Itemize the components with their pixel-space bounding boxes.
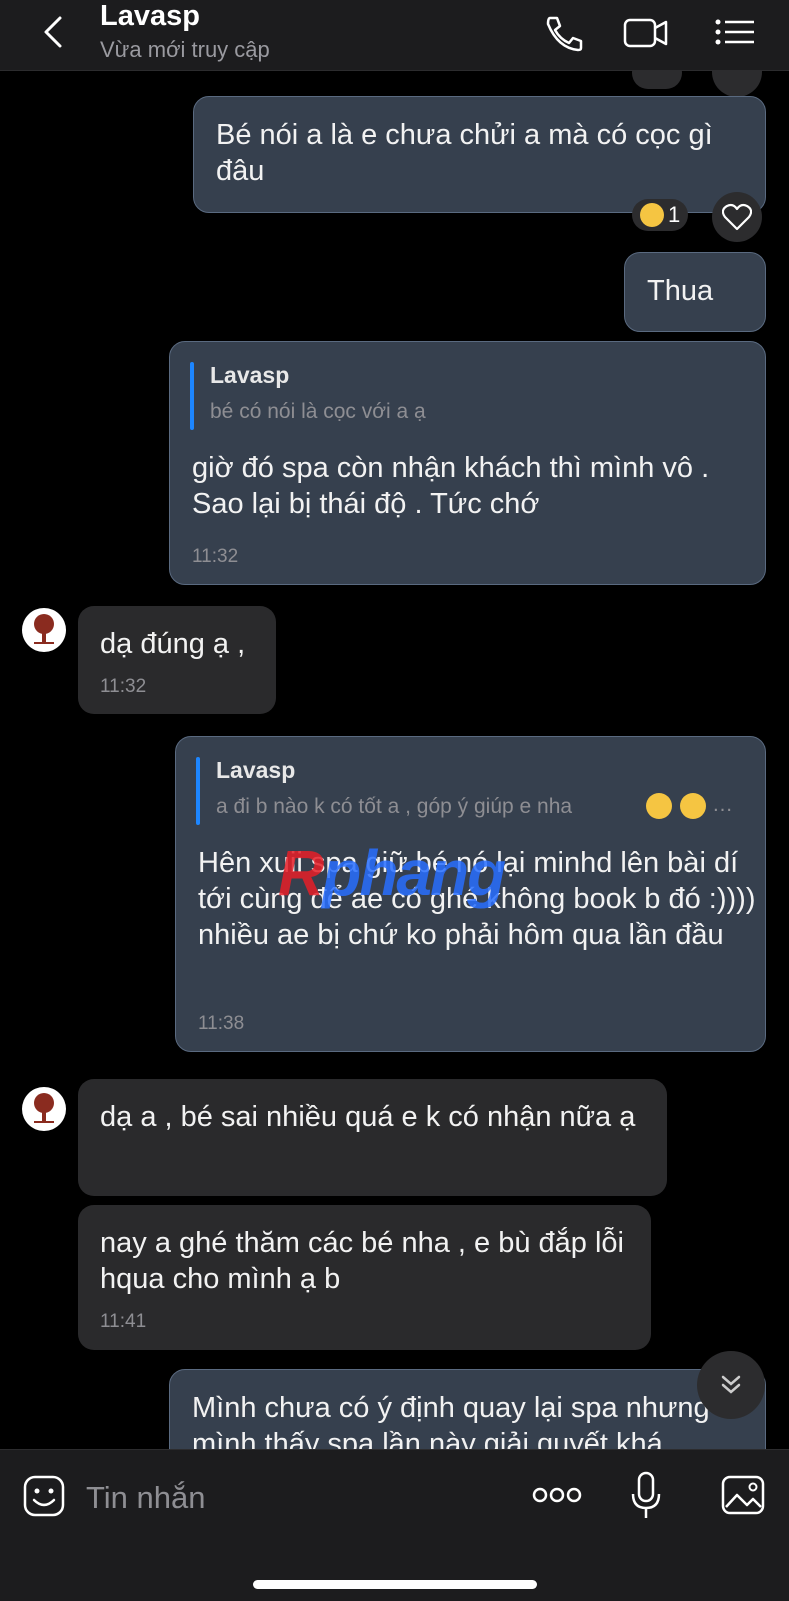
back-icon[interactable] [36,12,76,52]
message-bubble-incoming[interactable]: nay a ghé thăm các bé nha , e bù đắp lỗi… [78,1205,651,1350]
quote-author: Lavasp [216,757,296,783]
quote-bar [196,757,200,825]
reaction-count: 1 [668,202,681,227]
heart-icon [722,203,752,231]
menu-list-icon[interactable] [712,12,760,52]
message-text: Bé nói a là e chưa chửi a mà có cọc gì đ… [216,119,713,187]
reaction-chip[interactable]: 1 [632,199,689,231]
reaction-chip[interactable] [632,71,682,89]
message-text: dạ đúng ạ , [100,628,246,660]
message-input[interactable]: Tin nhắn [86,1480,206,1516]
quote-text: a đi b nào k có tốt a , góp ý giúp e nha [216,795,573,818]
contact-avatar[interactable] [22,608,66,652]
chat-header: Lavasp Vừa mới truy cập [0,0,789,71]
emoji-icon [646,793,672,819]
message-bubble-outgoing[interactable]: Thua [624,252,766,332]
message-time: 11:38 [198,1013,245,1034]
double-chevron-down-icon [721,1375,741,1394]
message-bubble-incoming[interactable]: dạ a , bé sai nhiều quá e k có nhận nữa … [78,1079,667,1196]
message-text: Mình chưa có ý định quay lại spa nhưng m… [192,1392,710,1449]
message-text: Thua [647,275,714,307]
message-text: nay a ghé thăm các bé nha , e bù đắp lỗi… [100,1227,624,1295]
ellipsis-icon: … [712,793,733,816]
sticker-icon[interactable] [22,1474,66,1518]
message-bubble-outgoing[interactable]: Mình chưa có ý định quay lại spa nhưng m… [169,1369,766,1449]
emoji-icon [680,793,706,819]
scroll-to-bottom-button[interactable] [697,1351,765,1419]
message-time: 11:41 [100,1311,147,1332]
contact-name[interactable]: Lavasp [100,0,200,32]
contact-avatar[interactable] [22,1087,66,1131]
heart-button[interactable] [712,192,762,242]
message-bubble-outgoing[interactable]: Bé nói a là e chưa chửi a mà có cọc gì đ… [193,96,766,213]
message-bubble-incoming[interactable]: dạ đúng ạ , 11:32 [78,606,276,714]
message-text: giờ đó spa còn nhận khách thì mình vô . … [192,452,710,520]
quote-author: Lavasp [210,362,290,388]
surprised-emoji-icon [640,203,664,227]
message-list[interactable]: Bé nói a là e chưa chửi a mà có cọc gì đ… [0,71,789,1449]
composer-bar: Tin nhắn [0,1449,789,1601]
contact-status: Vừa mới truy cập [100,37,270,62]
video-call-icon[interactable] [622,12,670,52]
heart-button[interactable] [712,71,762,97]
watermark-logo: Rphang [278,837,506,909]
tree-logo-icon [34,1093,54,1123]
message-time: 11:32 [192,546,239,567]
phone-icon[interactable] [540,12,588,52]
home-indicator [253,1580,537,1589]
message-bubble-outgoing[interactable]: Lavasp bé có nói là cọc với a ạ giờ đó s… [169,341,766,585]
quote-text: bé có nói là cọc với a ạ [210,400,426,423]
message-text: dạ a , bé sai nhiều quá e k có nhận nữa … [100,1101,636,1133]
message-time: 11:32 [100,676,147,697]
quote-bar [190,362,194,430]
microphone-icon[interactable] [628,1470,664,1522]
tree-logo-icon [34,614,54,644]
more-options-icon[interactable] [532,1484,582,1506]
image-gallery-icon[interactable] [720,1474,766,1516]
